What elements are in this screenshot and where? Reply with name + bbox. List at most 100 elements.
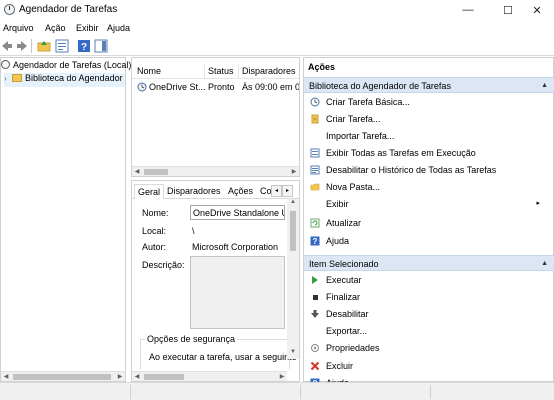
description-field[interactable] (190, 256, 285, 329)
scrollbar-thumb[interactable] (13, 374, 111, 380)
menu-bar: Arquivo Ação Exibir Ajuda (0, 20, 554, 36)
scroll-right-arrow-icon[interactable]: ▶ (289, 167, 299, 177)
action-disable[interactable]: Desabilitar (304, 306, 554, 323)
action-create-basic-task[interactable]: Criar Tarefa Básica... (304, 94, 554, 111)
scroll-down-arrow-icon[interactable]: ▼ (287, 349, 299, 359)
tree-item-library-label: Biblioteca do Agendador (25, 73, 123, 83)
menu-arquivo[interactable]: Arquivo (3, 23, 34, 33)
author-value: Microsoft Corporation (192, 242, 279, 252)
action-label: Propriedades (326, 343, 380, 353)
task-name-field[interactable]: OneDrive Standalone Up (190, 205, 285, 220)
name-label: Nome: (142, 208, 169, 218)
delete-icon (310, 361, 320, 371)
tree-root-label: Agendador de Tarefas (Local) (13, 60, 132, 70)
svg-text:?: ? (313, 237, 318, 246)
action-label: Finalizar (326, 292, 361, 302)
action-run[interactable]: Executar (304, 272, 554, 289)
scroll-right-arrow-icon[interactable]: ▶ (277, 372, 287, 382)
tab-actions[interactable]: Ações (225, 184, 256, 199)
scrollbar-thumb[interactable] (290, 211, 296, 251)
column-header-status[interactable]: Status (208, 66, 234, 76)
scrollbar-thumb[interactable] (144, 374, 184, 380)
scroll-left-arrow-icon[interactable]: ◀ (132, 167, 142, 177)
action-label: Criar Tarefa... (326, 114, 381, 124)
action-end[interactable]: Finalizar (304, 289, 554, 306)
collapse-up-icon[interactable]: ▲ (541, 82, 548, 89)
list-horizontal-scrollbar[interactable]: ◀ ▶ (132, 166, 299, 176)
details-tabs: Geral Disparadores Ações Co ◂ ▸ (132, 183, 299, 199)
tab-general[interactable]: Geral (134, 184, 165, 199)
scrollbar-thumb[interactable] (144, 169, 168, 175)
new-task-icon (310, 114, 320, 124)
folder-up-icon[interactable] (37, 39, 51, 53)
navigation-tree: Agendador de Tarefas (Local) › Biblioteca… (0, 57, 131, 382)
action-import-task[interactable]: Importar Tarefa... (304, 128, 554, 145)
help-icon[interactable]: ? (77, 39, 91, 53)
properties-icon[interactable] (55, 39, 69, 53)
details-horizontal-scrollbar[interactable]: ◀ ▶ (132, 371, 287, 381)
table-row[interactable]: OneDrive St... Pronto Às 09:00 em 0 (132, 80, 299, 94)
action-properties[interactable]: Propriedades (304, 340, 554, 357)
column-separator[interactable] (238, 64, 239, 79)
action-label: Desabilitar o Histórico de Todas as Tare… (326, 165, 497, 175)
task-list: Nome Status Disparadores OneDrive St... … (131, 57, 300, 177)
tab-triggers[interactable]: Disparadores (164, 184, 224, 199)
status-bar (0, 382, 554, 400)
submenu-arrow-icon: ▸ (536, 200, 540, 207)
tab-scroll-left-icon[interactable]: ◂ (271, 185, 282, 197)
minimize-button[interactable]: — (451, 0, 485, 20)
history-icon (310, 165, 320, 175)
menu-ajuda[interactable]: Ajuda (107, 23, 130, 33)
chevron-right-icon[interactable]: › (4, 74, 12, 83)
menu-exibir[interactable]: Exibir (76, 23, 99, 33)
refresh-icon (310, 218, 320, 228)
tab-scroll-right-icon[interactable]: ▸ (282, 185, 293, 197)
show-pane-icon[interactable] (94, 39, 108, 53)
scroll-left-arrow-icon[interactable]: ◀ (132, 372, 142, 382)
action-new-folder[interactable]: Nova Pasta... (304, 179, 554, 196)
column-separator[interactable] (204, 64, 205, 79)
menu-acao[interactable]: Ação (45, 23, 66, 33)
window-title: Agendador de Tarefas (19, 4, 118, 15)
action-refresh[interactable]: Atualizar (304, 215, 554, 232)
action-label: Exibir (326, 199, 349, 209)
details-vertical-scrollbar[interactable]: ▲ ▼ (287, 199, 299, 359)
task-list-header: Nome Status Disparadores (132, 64, 299, 79)
action-label: Exportar... (326, 326, 368, 336)
close-button[interactable]: ✕ (520, 0, 554, 20)
tree-root-item[interactable]: Agendador de Tarefas (Local) (1, 60, 131, 74)
column-header-triggers[interactable]: Disparadores (242, 66, 296, 76)
action-label: Executar (326, 275, 362, 285)
scroll-up-arrow-icon[interactable]: ▲ (287, 199, 299, 209)
status-bar-divider (130, 385, 131, 399)
section-library-title: Biblioteca do Agendador de Tarefas (309, 81, 451, 91)
running-tasks-icon (310, 148, 320, 158)
section-header-library[interactable]: Biblioteca do Agendador de Tarefas ▲ (304, 77, 554, 93)
action-export[interactable]: Exportar... (304, 323, 554, 340)
forward-arrow-icon[interactable] (15, 39, 29, 53)
action-help[interactable]: ? Ajuda (304, 233, 554, 250)
column-header-name[interactable]: Nome (137, 66, 161, 76)
action-disable-history[interactable]: Desabilitar o Histórico de Todas as Tare… (304, 162, 554, 179)
scroll-right-arrow-icon[interactable]: ▶ (115, 372, 125, 382)
folder-icon (12, 74, 22, 82)
action-label: Excluir (326, 361, 354, 371)
action-delete[interactable]: Excluir (304, 358, 554, 375)
action-create-task[interactable]: Criar Tarefa... (304, 111, 554, 128)
tree-item-library[interactable]: › Biblioteca do Agendador (4, 73, 125, 87)
back-arrow-icon[interactable] (0, 39, 14, 53)
scroll-left-arrow-icon[interactable]: ◀ (1, 372, 11, 382)
action-show-running-tasks[interactable]: Exibir Todas as Tarefas em Execução (304, 145, 554, 162)
tree-horizontal-scrollbar[interactable]: ◀ ▶ (1, 371, 125, 381)
security-options-text: Ao executar a tarefa, usar a seguinte (149, 352, 297, 362)
task-name-cell: OneDrive St... (149, 82, 205, 92)
location-label: Local: (142, 226, 167, 236)
action-view-submenu[interactable]: Exibir ▸ (304, 196, 554, 213)
stop-icon (310, 292, 320, 302)
task-scheduler-app-icon (4, 4, 15, 15)
collapse-up-icon[interactable]: ▲ (541, 260, 548, 267)
help-icon: ? (310, 236, 320, 246)
action-label: Atualizar (326, 218, 362, 228)
action-label: Criar Tarefa Básica... (326, 97, 410, 107)
section-header-selected-item[interactable]: Item Selecionado ▲ (304, 255, 554, 271)
